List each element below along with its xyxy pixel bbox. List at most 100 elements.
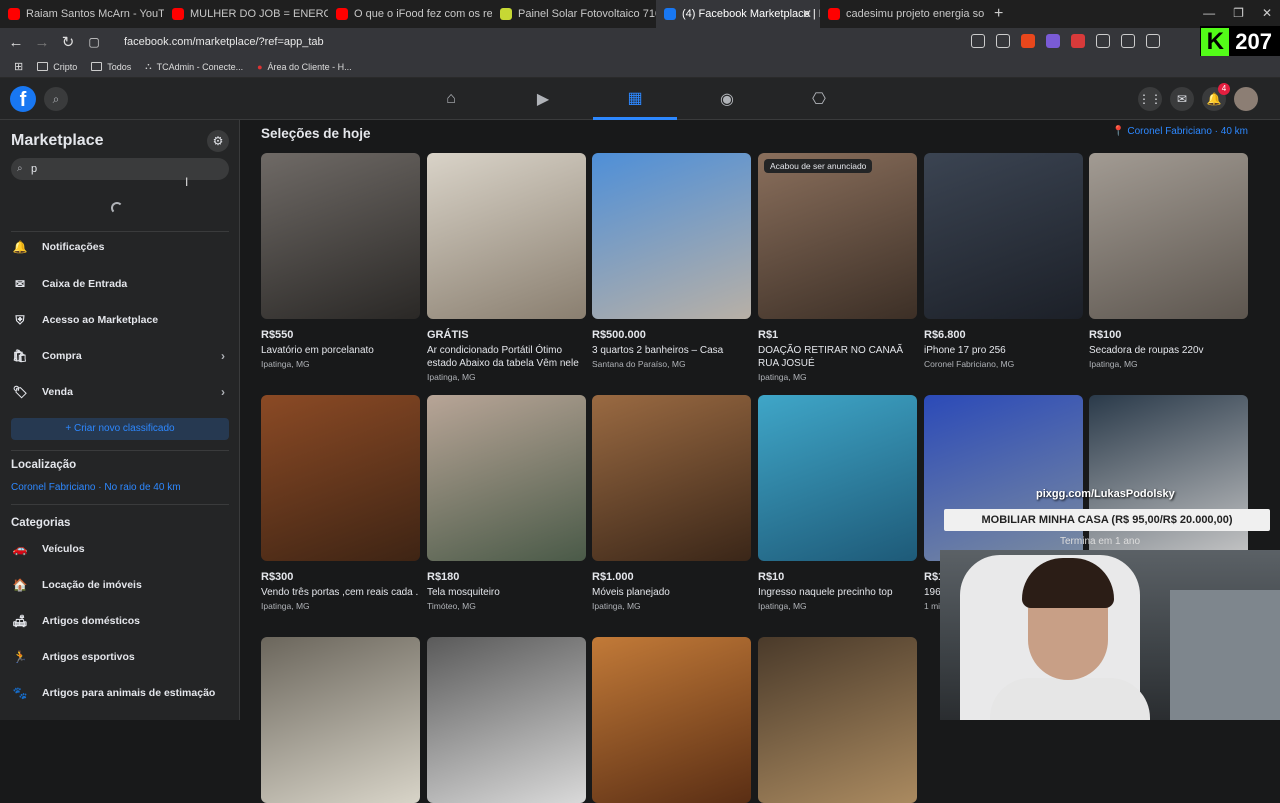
sidebar-item[interactable]: 🔔 Notificações	[11, 232, 229, 262]
listing-card[interactable]: R$550 Lavatório em porcelanato Ipatinga, M…	[261, 153, 420, 369]
bookmark-area-cliente[interactable]: ● Área do Cliente - H...	[257, 62, 351, 72]
create-listing-button[interactable]: + Criar novo classificado	[11, 418, 229, 440]
sidebar-item-label: Acesso ao Marketplace	[42, 314, 159, 326]
listing-photo[interactable]	[427, 637, 586, 803]
messenger-icon[interactable]: ✉	[1170, 87, 1194, 111]
listing-card[interactable]: R$1.000 Móveis planejado Ipatinga, MG	[592, 395, 751, 611]
puzzle-icon[interactable]	[1096, 34, 1110, 48]
loading-spinner-icon	[111, 202, 123, 214]
browser-tab[interactable]: Painel Solar Fotovoltaico 710W Bifac	[492, 0, 656, 28]
url-input[interactable]: facebook.com/marketplace/?ref=app_tab	[124, 36, 324, 48]
new-tab-icon[interactable]: +	[984, 5, 1013, 23]
listing-card[interactable]: R$180 Tela mosquiteiro Timóteo, MG	[427, 395, 586, 611]
listing-photo[interactable]	[592, 153, 751, 319]
listing-city: Ipatinga, MG	[1089, 359, 1138, 369]
listing-photo[interactable]	[1089, 153, 1248, 319]
listing-city: Ipatinga, MG	[592, 601, 641, 611]
facebook-logo-icon[interactable]: f	[10, 86, 36, 112]
category-item[interactable]: 🛋 Artigos domésticos	[11, 606, 229, 636]
browser-tab[interactable]: MULHER DO JOB = ENERGIA DEMONÍ	[164, 0, 328, 28]
listing-photo[interactable]	[261, 395, 420, 561]
close-window-icon[interactable]: ✕	[1262, 6, 1272, 20]
bookmark-cripto[interactable]: Cripto	[37, 62, 77, 72]
avatar[interactable]	[1234, 87, 1258, 111]
bookmark-icon[interactable]: ▢	[84, 35, 104, 49]
browser-tab[interactable]: cadesimu projeto energia solar - You	[820, 0, 984, 28]
listing-photo[interactable]	[758, 395, 917, 561]
marketplace-search-input[interactable]: ⌕ p	[11, 158, 229, 180]
listing-name: Lavatório em porcelanato	[261, 345, 374, 356]
listing-card[interactable]: GRÁTIS Ar condicionado Portátil Ótimo est…	[427, 153, 586, 382]
category-item[interactable]: 🐾 Artigos para animais de estimação	[11, 678, 229, 708]
location-filter-link[interactable]: 📍 Coronel Fabriciano · 40 km	[1112, 126, 1248, 137]
listing-photo[interactable]	[261, 153, 420, 319]
listing-photo[interactable]	[592, 395, 751, 561]
listing-photo[interactable]	[758, 637, 917, 803]
text-cursor-icon: I	[185, 175, 189, 189]
listing-photo[interactable]	[261, 637, 420, 803]
listing-photo[interactable]: Acabou de ser anunciado	[758, 153, 917, 319]
marketplace-icon[interactable]: ▦	[593, 78, 677, 120]
bookmark-todos[interactable]: Todos	[91, 62, 131, 72]
video-icon[interactable]: ▶	[501, 78, 585, 120]
listing-name: Móveis planejado	[592, 587, 670, 598]
category-item[interactable]: 🏠 Locação de imóveis	[11, 570, 229, 600]
listing-card[interactable]: Acabou de ser anunciado R$1 DOAÇÃO RETIRAR…	[758, 153, 917, 382]
search-icon[interactable]: ⌕	[44, 87, 68, 111]
extension-icon[interactable]	[1071, 34, 1085, 48]
listing-price: R$10	[758, 571, 785, 583]
listing-card[interactable]: R$500.000 3 quartos 2 banheiros – Casa San…	[592, 153, 751, 369]
maximize-icon[interactable]: ❐	[1233, 6, 1244, 20]
listing-photo[interactable]	[592, 637, 751, 803]
browser-tab[interactable]: Raiam Santos McArn - YouTube	[0, 0, 164, 28]
listing-card[interactable]: R$6.800 iPhone 17 pro 256 Coronel Fabricia…	[924, 153, 1083, 369]
listing-card[interactable]	[758, 637, 917, 803]
sidebar-item[interactable]: ⛨ Acesso ao Marketplace	[11, 305, 229, 335]
forward-icon[interactable]: →	[32, 34, 52, 51]
browser-tab[interactable]: (4) Facebook Marketplace | Facebo✕	[656, 0, 820, 28]
listing-card[interactable]	[261, 637, 420, 803]
category-label: Locação de imóveis	[42, 579, 142, 591]
listing-photo[interactable]	[427, 153, 586, 319]
gaming-icon[interactable]: ⎔	[777, 78, 861, 120]
category-item[interactable]: 🚗 Veículos	[11, 534, 229, 564]
bookmark-tcadmin[interactable]: ⛬ TCAdmin - Conecte...	[145, 61, 243, 72]
close-tab-icon[interactable]: ✕	[802, 7, 812, 21]
menu-grid-icon[interactable]: ⋮⋮	[1138, 87, 1162, 111]
extension-icon[interactable]	[1046, 34, 1060, 48]
category-item[interactable]: 🏃 Artigos esportivos	[11, 642, 229, 672]
home-goods-icon: 🛋	[12, 614, 28, 628]
reload-icon[interactable]: ↻	[58, 33, 78, 51]
share-icon[interactable]	[996, 34, 1010, 48]
groups-icon[interactable]: ◉	[685, 78, 769, 120]
gear-icon[interactable]: ⚙	[207, 130, 229, 152]
listing-card[interactable]: R$10 Ingresso naquele precinho top Ipating…	[758, 395, 917, 611]
sidebar-item[interactable]: 🛍 Compra ›	[11, 341, 229, 371]
tab-title: O que o iFood fez com os restaurante	[354, 8, 492, 20]
notifications-icon[interactable]: 🔔 4	[1202, 83, 1230, 111]
listing-card[interactable]	[427, 637, 586, 803]
listing-card[interactable]	[592, 637, 751, 803]
sidebar-item[interactable]: ✉ Caixa de Entrada	[11, 269, 229, 299]
brave-shield-icon[interactable]	[1021, 34, 1035, 48]
media-icon[interactable]	[1121, 34, 1135, 48]
listing-card[interactable]: R$300 Vendo três portas ,cem reais cada .…	[261, 395, 420, 611]
listing-photo[interactable]	[924, 153, 1083, 319]
favicon-icon	[172, 8, 184, 20]
listing-card[interactable]: R$100 Secadora de roupas 220v Ipatinga, MG	[1089, 153, 1248, 369]
sidebar-icon[interactable]	[1146, 34, 1160, 48]
back-icon[interactable]: ←	[6, 34, 26, 51]
chevron-right-icon: ›	[221, 385, 225, 399]
listing-price: R$100	[1089, 329, 1122, 341]
minimize-icon[interactable]: —	[1203, 6, 1215, 20]
sidebar-item-label: Caixa de Entrada	[42, 278, 128, 290]
home-icon[interactable]: ⌂	[409, 78, 493, 120]
apps-icon[interactable]: ⊞	[14, 60, 23, 73]
browser-tab[interactable]: O que o iFood fez com os restaurante	[328, 0, 492, 28]
install-icon[interactable]	[971, 34, 985, 48]
shield-icon: ⛨	[15, 312, 25, 327]
location-link[interactable]: Coronel Fabriciano · No raio de 40 km	[11, 482, 181, 493]
category-label: Artigos esportivos	[42, 651, 135, 663]
sidebar-item[interactable]: 🏷 Venda ›	[11, 377, 229, 407]
listing-photo[interactable]	[427, 395, 586, 561]
